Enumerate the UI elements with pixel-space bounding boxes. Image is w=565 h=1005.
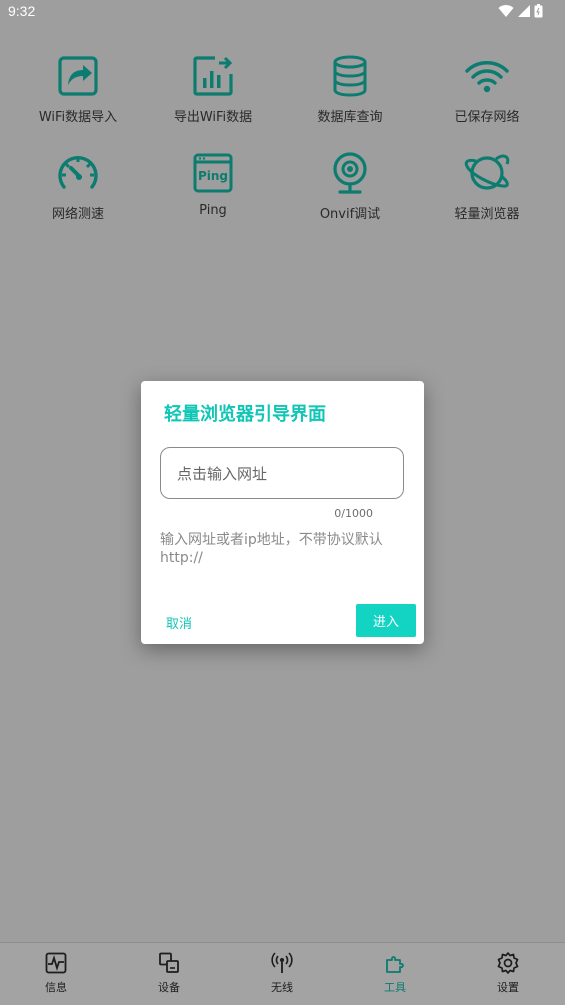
- status-bar: 9:32: [0, 0, 565, 24]
- nav-label: 设备: [158, 981, 180, 994]
- url-field[interactable]: [160, 447, 404, 500]
- gear-icon: [497, 952, 519, 974]
- battery-icon: [534, 4, 543, 18]
- tool-label: 轻量浏览器: [454, 207, 520, 222]
- tool-label: 数据库查询: [317, 110, 383, 125]
- tool-wifi-export[interactable]: 导出WiFi数据: [143, 52, 283, 125]
- tool-label: WiFi数据导入: [38, 110, 118, 125]
- url-hint: 输入网址或者ip地址，不带协议默认http://: [160, 532, 383, 566]
- tool-ping[interactable]: Ping Ping: [143, 149, 283, 218]
- tool-saved-networks[interactable]: 已保存网络: [417, 52, 557, 125]
- system-icons: [498, 4, 543, 18]
- bottom-nav: 信息 设备 无线 工具 设置: [0, 942, 565, 1005]
- nav-devices[interactable]: 设备: [129, 949, 209, 995]
- tool-speed-test[interactable]: 网络测速: [8, 149, 148, 222]
- speedometer-icon: [58, 156, 98, 189]
- nav-label: 无线: [271, 981, 293, 994]
- nav-label: 信息: [45, 981, 67, 994]
- pulse-monitor-icon: [45, 952, 67, 974]
- nav-tools[interactable]: 工具: [355, 949, 435, 995]
- tool-light-browser[interactable]: 轻量浏览器: [417, 149, 557, 222]
- cell-signal-icon: [518, 5, 530, 17]
- tool-wifi-import[interactable]: WiFi数据导入: [8, 52, 148, 125]
- wifi-signal-icon: [498, 5, 514, 18]
- nav-wireless[interactable]: 无线: [242, 949, 322, 995]
- cancel-button[interactable]: 取消: [166, 613, 192, 632]
- puzzle-icon: [386, 956, 404, 973]
- nav-info[interactable]: 信息: [16, 949, 96, 995]
- browser-guide-dialog: 轻量浏览器引导界面 0/1000 输入网址或者ip地址，不带协议默认http:/…: [141, 381, 424, 644]
- status-time: 9:32: [8, 3, 36, 19]
- ping-window-icon: Ping: [193, 153, 233, 193]
- import-share-icon: [58, 56, 98, 96]
- tool-onvif-debug[interactable]: Onvif调试: [280, 149, 420, 222]
- tool-label: Ping: [199, 203, 227, 218]
- url-input[interactable]: [175, 448, 389, 500]
- tool-label: Onvif调试: [319, 207, 381, 222]
- nav-label: 设置: [497, 981, 519, 994]
- tool-label: 网络测速: [51, 207, 104, 222]
- tool-label: 导出WiFi数据: [173, 110, 253, 125]
- planet-icon: [464, 154, 510, 190]
- tool-database-query[interactable]: 数据库查询: [280, 52, 420, 125]
- devices-icon: [159, 952, 179, 973]
- antenna-icon: [271, 952, 293, 973]
- dialog-title: 轻量浏览器引导界面: [164, 404, 326, 425]
- database-icon: [333, 55, 367, 97]
- nav-settings[interactable]: 设置: [468, 949, 548, 995]
- ping-icon-text: Ping: [198, 169, 228, 183]
- nav-label: 工具: [384, 981, 406, 994]
- char-counter: 0/1000: [334, 507, 373, 520]
- tool-label: 已保存网络: [454, 110, 520, 125]
- wifi-icon: [465, 61, 509, 93]
- webcam-icon: [333, 152, 367, 194]
- enter-button[interactable]: 进入: [356, 604, 416, 637]
- export-chart-icon: [193, 56, 233, 96]
